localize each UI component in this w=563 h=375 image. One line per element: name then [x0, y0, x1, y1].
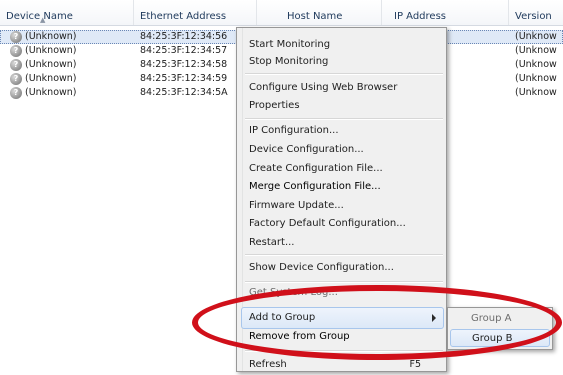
- ethernet-address-cell: 84:25:3F:12:34:5A: [140, 87, 228, 98]
- menu-item-create-configuration-file[interactable]: Create Configuration File...: [249, 159, 383, 179]
- unknown-device-icon: ?: [10, 31, 22, 43]
- menu-item-restart[interactable]: Restart...: [249, 233, 294, 253]
- submenu-item-group-a[interactable]: Group A: [450, 310, 550, 328]
- unknown-device-icon: ?: [10, 45, 22, 57]
- menu-item-label: Refresh: [249, 359, 287, 370]
- menu-item-get-system-log[interactable]: Get System Log...: [249, 283, 338, 303]
- column-header-label: Host Name: [287, 11, 343, 22]
- menu-item-ip-configuration[interactable]: IP Configuration...: [249, 121, 339, 141]
- menu-item-shortcut: F5: [409, 359, 421, 370]
- menu-item-show-device-configuration[interactable]: Show Device Configuration...: [249, 258, 394, 278]
- ethernet-address-cell: 84:25:3F:12:34:59: [140, 73, 228, 84]
- menu-separator: [245, 254, 443, 256]
- submenu-item-group-b[interactable]: Group B: [450, 329, 550, 347]
- device-name-cell: (Unknown): [25, 87, 77, 98]
- version-cell: (Unknow: [515, 87, 557, 98]
- menu-item-add-to-group[interactable]: Add to Group: [249, 308, 315, 328]
- column-header-ip-address[interactable]: IP Address: [382, 0, 509, 25]
- column-header-device-name[interactable]: ▲ Device Name: [0, 0, 134, 25]
- menu-separator: [245, 118, 443, 120]
- sort-ascending-icon: ▲: [40, 16, 46, 24]
- column-header-label: IP Address: [394, 11, 446, 22]
- menu-separator: [245, 350, 443, 352]
- device-name-cell: (Unknown): [25, 45, 77, 56]
- column-header-host-name[interactable]: Host Name: [257, 0, 382, 25]
- list-header: ▲ Device Name Ethernet Address Host Name…: [0, 0, 563, 26]
- menu-item-firmware-update[interactable]: Firmware Update...: [249, 196, 344, 216]
- device-name-cell: (Unknown): [25, 59, 77, 70]
- ethernet-address-cell: 84:25:3F:12:34:58: [140, 59, 228, 70]
- menu-item-merge-configuration-file[interactable]: Merge Configuration File...: [249, 177, 381, 197]
- version-cell: (Unknow: [515, 31, 557, 42]
- menu-item-stop-monitoring[interactable]: Stop Monitoring: [249, 52, 328, 72]
- menu-separator: [245, 73, 443, 75]
- unknown-device-icon: ?: [10, 87, 22, 99]
- column-header-ethernet-address[interactable]: Ethernet Address: [134, 0, 257, 25]
- unknown-device-icon: ?: [10, 73, 22, 85]
- device-name-cell: (Unknown): [25, 73, 77, 84]
- menu-item-remove-from-group[interactable]: Remove from Group: [249, 327, 350, 347]
- menu-item-factory-default-configuration[interactable]: Factory Default Configuration...: [249, 214, 406, 234]
- version-cell: (Unknow: [515, 73, 557, 84]
- submenu-arrow-icon: [432, 314, 436, 322]
- menu-item-properties[interactable]: Properties: [249, 96, 300, 116]
- column-header-version[interactable]: Version: [509, 0, 563, 25]
- column-header-label: Ethernet Address: [140, 11, 227, 22]
- menu-item-configure-web-browser[interactable]: Configure Using Web Browser: [249, 78, 397, 98]
- context-menu: Start Monitoring Stop Monitoring Configu…: [236, 27, 447, 372]
- group-submenu: Group A Group B: [447, 307, 553, 350]
- ethernet-address-cell: 84:25:3F:12:34:57: [140, 45, 228, 56]
- version-cell: (Unknow: [515, 45, 557, 56]
- menu-item-device-configuration[interactable]: Device Configuration...: [249, 140, 364, 160]
- unknown-device-icon: ?: [10, 59, 22, 71]
- device-name-cell: (Unknown): [25, 31, 77, 42]
- menu-item-refresh[interactable]: Refresh F5: [249, 355, 439, 375]
- version-cell: (Unknow: [515, 59, 557, 70]
- ethernet-address-cell: 84:25:3F:12:34:56: [140, 31, 228, 42]
- column-header-label: Version: [515, 11, 552, 22]
